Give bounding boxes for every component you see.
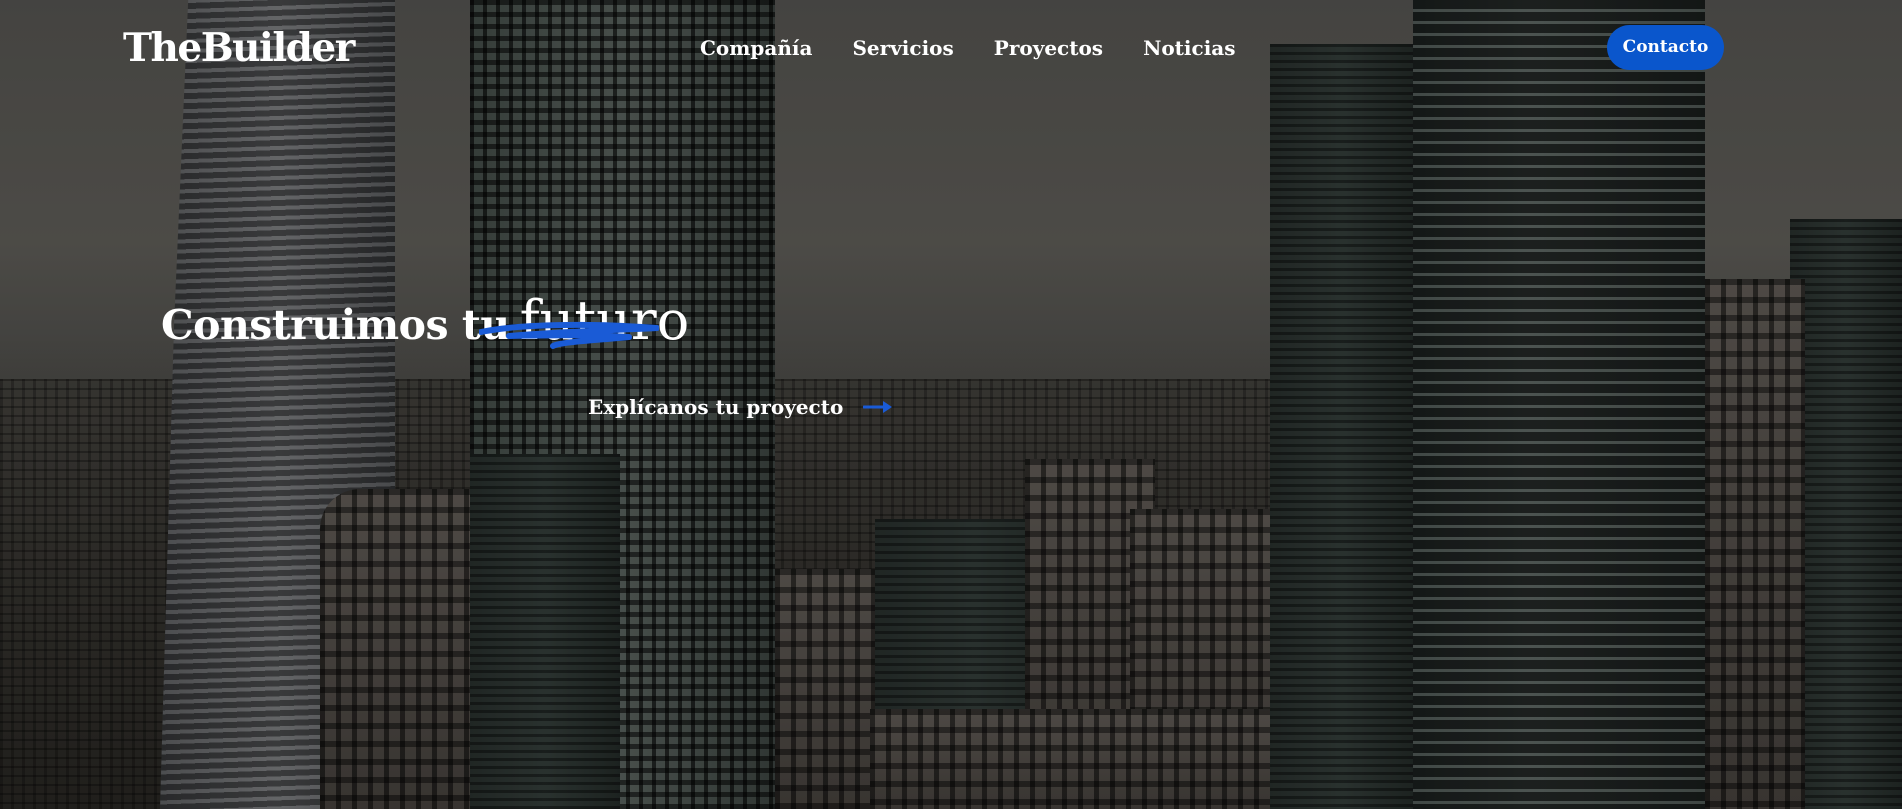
brush-underline	[479, 321, 659, 349]
hero-background-photo	[0, 0, 1902, 809]
explain-project-link[interactable]: Explícanos tu proyecto	[588, 393, 893, 421]
hero-title-main: Construimos tu	[161, 301, 510, 350]
site-logo[interactable]: TheBuilder	[123, 24, 355, 72]
nav-item-servicios[interactable]: Servicios	[852, 33, 953, 63]
site-header: TheBuilder Compañía Servicios Proyectos …	[0, 0, 1902, 96]
nav-item-proyectos[interactable]: Proyectos	[994, 33, 1103, 63]
main-nav: Compañía Servicios Proyectos Noticias	[700, 33, 1236, 63]
arrow-right-icon	[863, 401, 893, 413]
dark-overlay	[0, 0, 1902, 809]
nav-item-compania[interactable]: Compañía	[700, 33, 812, 63]
cta-label: Explícanos tu proyecto	[588, 395, 844, 419]
contact-button[interactable]: Contacto	[1607, 25, 1724, 70]
nav-item-noticias[interactable]: Noticias	[1143, 33, 1235, 63]
